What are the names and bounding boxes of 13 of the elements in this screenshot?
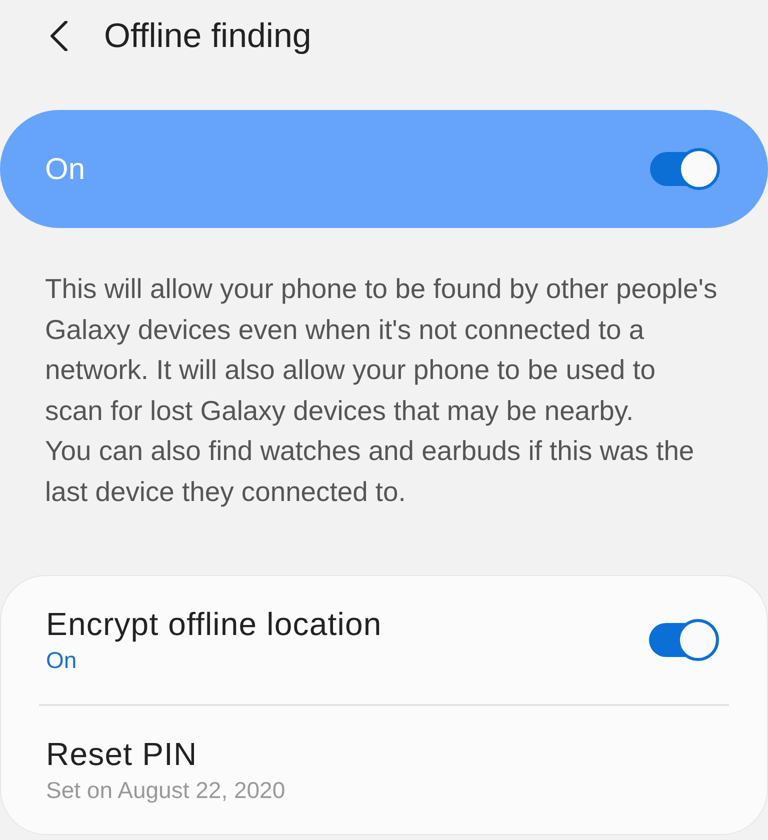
setting-row[interactable]: Encrypt offline location On — [39, 576, 729, 704]
setting-title: Reset PIN — [46, 735, 198, 773]
setting-summary: Set on August 22, 2020 — [46, 776, 286, 805]
back-icon[interactable] — [50, 21, 68, 51]
toggle-switch[interactable] — [649, 619, 719, 661]
setting-title: Encrypt offline location — [46, 605, 382, 643]
page-title: Offline finding — [104, 16, 312, 56]
setting-row[interactable]: Reset PIN Set on August 22, 2020 — [39, 706, 729, 834]
description-text: This will allow your phone to be found by other people's Galaxy devices even when it's not connected to a network. It will also allow your phone to be used to scan for lost Galaxy devices that may be nearby. — [45, 272, 718, 428]
description-text: You can also find watches and earbuds if this was the last device they connected to. — [45, 434, 696, 509]
setting-summary: On — [46, 646, 78, 675]
toggle-switch[interactable] — [650, 148, 720, 190]
master-switch-label: On — [45, 152, 86, 188]
